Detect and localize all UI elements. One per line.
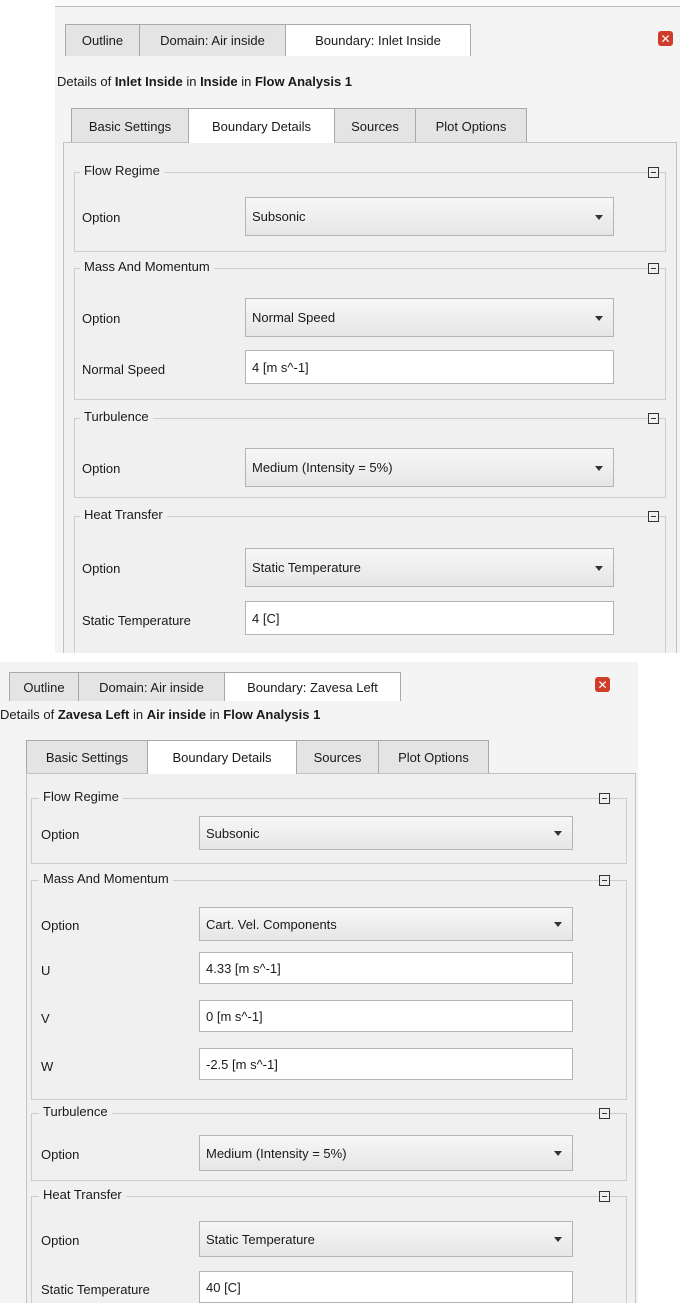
details-domain: Inside [200,74,238,89]
details-heading: Details of Zavesa Left in Air inside in … [0,707,320,722]
details-analysis: Flow Analysis 1 [254,74,353,89]
flow-regime-option-select[interactable]: Subsonic [245,197,614,236]
turbulence-option-label: Option [82,461,121,476]
tab-domain[interactable]: Domain: Air inside [139,24,286,56]
heat-option-value: Static Temperature [206,1231,315,1247]
details-in-2: in [205,707,224,722]
tab-plot-options[interactable]: Plot Options [415,108,527,143]
close-icon[interactable]: ✕ [658,31,673,46]
collapse-icon[interactable] [599,875,610,886]
chevron-down-icon [595,465,603,471]
details-object: Zavesa Left [57,707,130,722]
tab-boundary[interactable]: Boundary: Inlet Inside [285,24,471,56]
heat-transfer-title: Heat Transfer [39,1187,126,1202]
tab-domain[interactable]: Domain: Air inside [78,672,225,701]
normal-speed-input[interactable]: 4 [m s^-1] [245,350,614,384]
tab-basic-settings[interactable]: Basic Settings [71,108,189,143]
turbulence-option-value: Medium (Intensity = 5%) [252,460,393,475]
static-temperature-label: Static Temperature [41,1282,150,1297]
heat-option-label: Option [41,1233,80,1248]
mass-option-select[interactable]: Normal Speed [245,298,614,337]
u-label: U [41,963,51,978]
tab-boundary-details[interactable]: Boundary Details [147,740,297,774]
main-tabbar: Outline Domain: Air inside Boundary: Zav… [9,672,401,701]
w-velocity-input[interactable]: -2.5 [m s^-1] [199,1048,573,1080]
details-prefix: Details of [57,74,115,89]
flow-regime-title: Flow Regime [80,163,164,178]
heat-option-label: Option [82,561,121,576]
tab-boundary[interactable]: Boundary: Zavesa Left [224,672,401,701]
collapse-icon[interactable] [599,793,610,804]
tab-sources[interactable]: Sources [296,740,379,774]
u-velocity-input[interactable]: 4.33 [m s^-1] [199,952,573,984]
tab-basic-settings[interactable]: Basic Settings [26,740,148,774]
chevron-down-icon [554,1151,562,1156]
heat-option-value: Static Temperature [252,560,361,575]
flow-regime-title: Flow Regime [39,789,123,804]
mass-momentum-title: Mass And Momentum [39,871,173,886]
sub-tabbar: Basic Settings Boundary Details Sources … [71,108,527,143]
details-object: Inlet Inside [114,74,183,89]
static-temperature-label: Static Temperature [82,613,191,628]
details-domain: Air inside [146,707,206,722]
mass-option-value: Normal Speed [252,310,336,325]
collapse-icon[interactable] [599,1191,610,1202]
v-velocity-input[interactable]: 0 [m s^-1] [199,1000,573,1032]
close-icon[interactable]: ✕ [595,677,610,692]
details-in-1: in [129,707,147,722]
chevron-down-icon [595,214,603,220]
details-heading: Details of Inlet Inside in Inside in Flo… [57,74,352,89]
tab-plot-options[interactable]: Plot Options [378,740,489,774]
heat-transfer-title: Heat Transfer [80,507,167,522]
flow-regime-option-value: Subsonic [252,209,306,224]
collapse-icon[interactable] [648,413,659,424]
turbulence-title: Turbulence [39,1104,112,1119]
w-label: W [41,1059,54,1074]
heat-option-select[interactable]: Static Temperature [245,548,614,587]
mass-option-value: Cart. Vel. Components [206,916,337,932]
details-panel-inlet-inside: Outline Domain: Air inside Boundary: Inl… [55,0,680,653]
chevron-down-icon [554,831,562,836]
collapse-icon[interactable] [648,263,659,274]
v-label: V [41,1011,50,1026]
boundary-details-content: Flow Regime Option Subsonic Mass And Mom… [26,773,636,1303]
static-temperature-input[interactable]: 40 [C] [199,1271,573,1303]
panel-top-border [55,0,680,7]
flow-regime-option-select[interactable]: Subsonic [199,816,573,850]
chevron-down-icon [554,1237,562,1242]
normal-speed-label: Normal Speed [82,362,166,377]
flow-regime-option-value: Subsonic [206,825,260,841]
turbulence-option-select[interactable]: Medium (Intensity = 5%) [245,448,614,487]
chevron-down-icon [554,922,562,927]
details-prefix: Details of [0,707,58,722]
tab-outline[interactable]: Outline [9,672,79,701]
collapse-icon[interactable] [648,511,659,522]
tab-outline[interactable]: Outline [65,24,140,56]
turbulence-option-value: Medium (Intensity = 5%) [206,1145,347,1161]
turbulence-option-label: Option [41,1147,80,1162]
collapse-icon[interactable] [599,1108,610,1119]
boundary-details-content: Flow Regime Option Subsonic Mass And Mom… [63,142,677,653]
mass-option-label: Option [41,918,80,933]
mass-option-label: Option [82,311,121,326]
collapse-icon[interactable] [648,167,659,178]
details-panel-zavesa-left: Outline Domain: Air inside Boundary: Zav… [0,662,638,1303]
mass-momentum-title: Mass And Momentum [80,259,214,274]
details-in-1: in [182,74,201,89]
details-analysis: Flow Analysis 1 [223,707,321,722]
static-temperature-input[interactable]: 4 [C] [245,601,614,635]
details-in-2: in [237,74,255,89]
tab-sources[interactable]: Sources [334,108,416,143]
chevron-down-icon [595,315,603,321]
turbulence-title: Turbulence [80,409,153,424]
main-tabbar: Outline Domain: Air inside Boundary: Inl… [65,24,471,56]
flow-regime-option-label: Option [82,210,121,225]
chevron-down-icon [595,565,603,571]
flow-regime-option-label: Option [41,827,80,842]
tab-boundary-details[interactable]: Boundary Details [188,108,335,143]
turbulence-option-select[interactable]: Medium (Intensity = 5%) [199,1135,573,1171]
mass-option-select[interactable]: Cart. Vel. Components [199,907,573,941]
sub-tabbar: Basic Settings Boundary Details Sources … [26,740,489,774]
heat-option-select[interactable]: Static Temperature [199,1221,573,1257]
